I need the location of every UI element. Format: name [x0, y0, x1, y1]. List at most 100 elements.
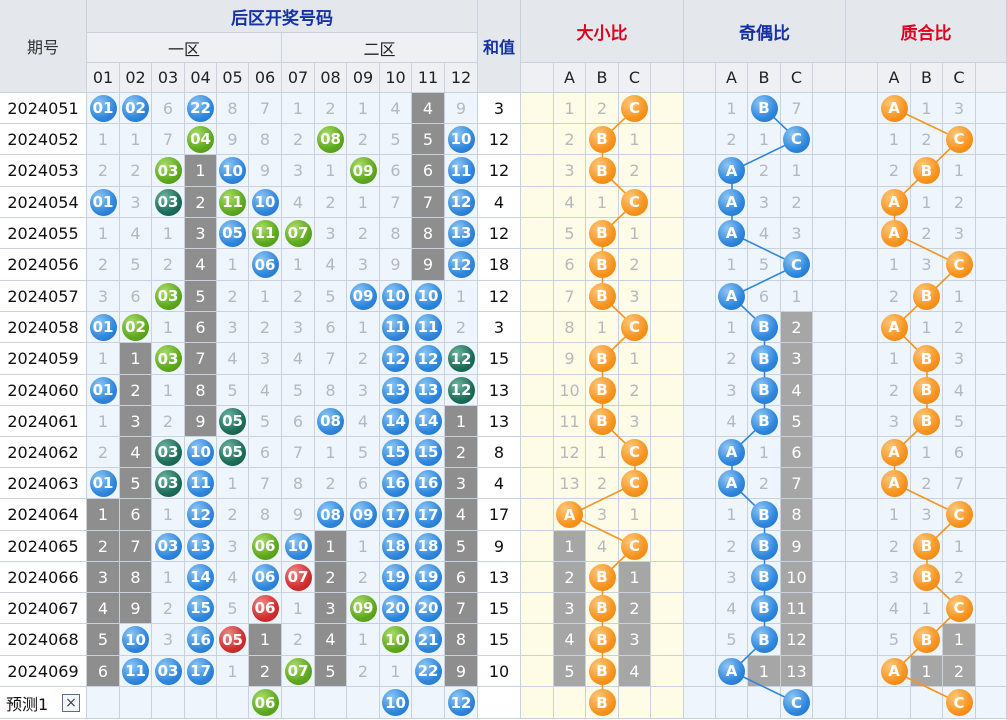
bs-spacer: [521, 468, 554, 499]
number-ball-03: 03: [152, 343, 185, 375]
pr-ball-A: A: [878, 187, 911, 218]
miss-count-9: 9: [282, 499, 315, 531]
prediction-cell-05[interactable]: [217, 687, 249, 719]
ball-05: 05: [219, 438, 246, 466]
miss-count-7: 7: [249, 468, 282, 499]
bs-prediction-cell[interactable]: B: [586, 687, 619, 719]
sum-value: 15: [478, 624, 521, 656]
prediction-cell-02[interactable]: [120, 687, 152, 719]
oe-prediction-C[interactable]: C: [783, 689, 810, 716]
bs-count: 1: [554, 531, 586, 562]
number-ball-14: 14: [412, 406, 445, 437]
prediction-ball-10[interactable]: 10: [382, 689, 409, 716]
bs-letter-B: B: [588, 125, 616, 153]
pr-spacer: [846, 593, 878, 624]
bs-count: 3: [586, 499, 619, 531]
bs-ball-B: B: [586, 249, 619, 281]
bs-prediction-cell[interactable]: [554, 687, 586, 719]
prediction-cell-10[interactable]: 10: [380, 687, 412, 719]
number-ball-17: 17: [185, 656, 217, 687]
number-ball-12: 12: [412, 343, 445, 375]
bs-spacer: [521, 406, 554, 437]
odd-even-abc-B: B: [748, 63, 781, 93]
miss-count-4: 4: [380, 93, 412, 124]
number-ball-10: 10: [380, 624, 412, 656]
bs-prediction-cell[interactable]: [619, 687, 651, 719]
period-2024055: 2024055: [0, 218, 87, 249]
oe-spacer: [684, 624, 716, 656]
period-2024068: 2024068: [0, 624, 87, 656]
ball-15: 15: [187, 594, 214, 622]
oe-letter-B: B: [750, 563, 778, 591]
sum-value: 12: [478, 218, 521, 249]
pr-letter-B: B: [913, 563, 940, 591]
prediction-cell-07[interactable]: [282, 687, 315, 719]
oe-letter-A: A: [718, 157, 745, 184]
number-col-01: 01: [87, 63, 120, 93]
miss-count-2: 2: [249, 656, 282, 687]
prediction-cell-11[interactable]: [412, 687, 445, 719]
period-2024051: 2024051: [0, 93, 87, 124]
bs-spacer: [521, 437, 554, 468]
bs-count: 4: [586, 531, 619, 562]
period-2024063: 2024063: [0, 468, 87, 499]
pr-prediction-cell[interactable]: [911, 687, 943, 719]
miss-count-1: 1: [282, 249, 315, 281]
oe-prediction-cell[interactable]: [748, 687, 781, 719]
oe-letter-B: B: [750, 532, 778, 560]
miss-count-4: 4: [217, 562, 249, 593]
oe-ball-A: A: [716, 656, 748, 687]
oe-prediction-cell[interactable]: [716, 687, 748, 719]
oe-spacer: [813, 249, 846, 281]
close-icon[interactable]: ×: [62, 693, 80, 712]
bs-prediction-B[interactable]: B: [588, 689, 616, 716]
ball-09: 09: [349, 594, 377, 622]
period-2024060: 2024060: [0, 375, 87, 406]
ball-12: 12: [447, 345, 475, 372]
oe-letter-A: A: [718, 188, 745, 216]
number-ball-07: 07: [282, 562, 315, 593]
bs-spacer: [651, 531, 684, 562]
pr-count: 3: [943, 218, 976, 249]
pr-letter-B: B: [913, 407, 940, 435]
bs-spacer: [521, 124, 554, 155]
number-ball-10: 10: [412, 281, 445, 312]
prediction-ball-06[interactable]: 06: [251, 689, 279, 716]
bs-count: 1: [619, 562, 651, 593]
prediction-ball-12[interactable]: 12: [447, 689, 475, 716]
oe-spacer: [684, 437, 716, 468]
oe-prediction-cell[interactable]: C: [781, 687, 813, 719]
bs-spacer: [521, 562, 554, 593]
prediction-cell-03[interactable]: [152, 687, 185, 719]
pr-prediction-C[interactable]: C: [945, 689, 973, 716]
miss-count-1: 1: [380, 656, 412, 687]
pr-count: 2: [943, 312, 976, 343]
oe-spacer: [684, 93, 716, 124]
oe-spacer: [813, 155, 846, 187]
prediction-cell-01[interactable]: [87, 687, 120, 719]
prediction-cell-06[interactable]: 06: [249, 687, 282, 719]
prime-composite-spacer-right: [976, 63, 1007, 93]
pr-spacer: [846, 218, 878, 249]
number-ball-11: 11: [445, 155, 478, 187]
miss-count-8: 8: [412, 218, 445, 249]
prediction-cell-09[interactable]: [347, 687, 380, 719]
bs-ball-B: B: [586, 343, 619, 375]
oe-ball-B: B: [748, 562, 781, 593]
oe-count: 2: [748, 468, 781, 499]
pr-prediction-cell[interactable]: [878, 687, 911, 719]
oe-spacer: [813, 124, 846, 155]
ball-08: 08: [317, 501, 344, 528]
prediction-cell-04[interactable]: [185, 687, 217, 719]
pr-prediction-cell[interactable]: C: [943, 687, 976, 719]
miss-count-1: 1: [87, 218, 120, 249]
bs-spacer: [651, 93, 684, 124]
miss-count-4: 4: [120, 437, 152, 468]
prediction-cell-12[interactable]: 12: [445, 687, 478, 719]
ball-06: 06: [251, 594, 279, 622]
oe-ball-B: B: [748, 312, 781, 343]
prediction-cell-08[interactable]: [315, 687, 347, 719]
miss-count-2: 2: [445, 437, 478, 468]
oe-count: 9: [781, 531, 813, 562]
oe-spacer: [813, 343, 846, 375]
